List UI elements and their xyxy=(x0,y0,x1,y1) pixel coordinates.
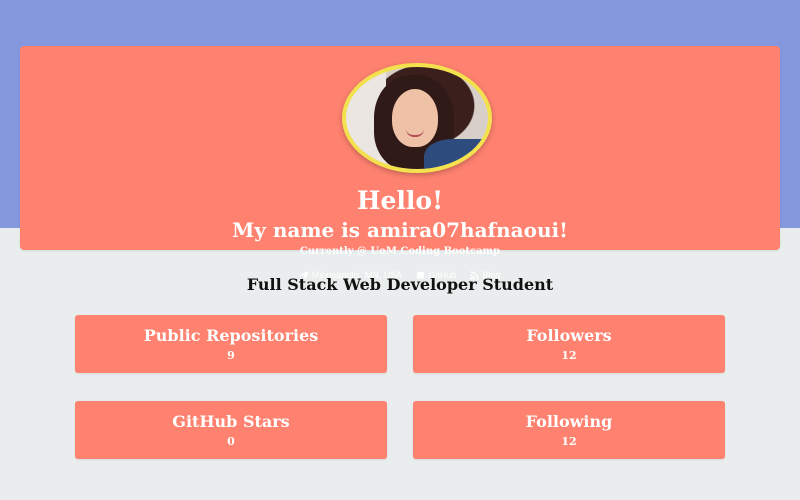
greeting-heading: Hello! xyxy=(356,186,444,215)
profile-hero: Hello! My name is amira07hafnaoui! Curre… xyxy=(20,46,780,280)
stat-card-github-stars: GitHub Stars 0 xyxy=(75,401,387,459)
stat-label: Public Repositories xyxy=(143,326,319,345)
role-subtitle: Full Stack Web Developer Student xyxy=(246,275,554,294)
stat-value: 9 xyxy=(227,349,235,362)
stat-value: 12 xyxy=(561,435,577,448)
current-position: Currently @ UoM Coding Bootcamp xyxy=(299,246,501,257)
stat-label: GitHub Stars xyxy=(172,412,290,431)
name-heading: My name is amira07hafnaoui! xyxy=(232,218,568,242)
stat-value: 12 xyxy=(561,349,577,362)
stat-value: 0 xyxy=(227,435,235,448)
stat-label: Following xyxy=(525,412,613,431)
stat-label: Followers xyxy=(526,326,612,345)
stat-card-public-repositories: Public Repositories 9 xyxy=(75,315,387,373)
stat-card-followers: Followers 12 xyxy=(413,315,725,373)
avatar xyxy=(342,63,492,173)
stat-card-following: Following 12 xyxy=(413,401,725,459)
